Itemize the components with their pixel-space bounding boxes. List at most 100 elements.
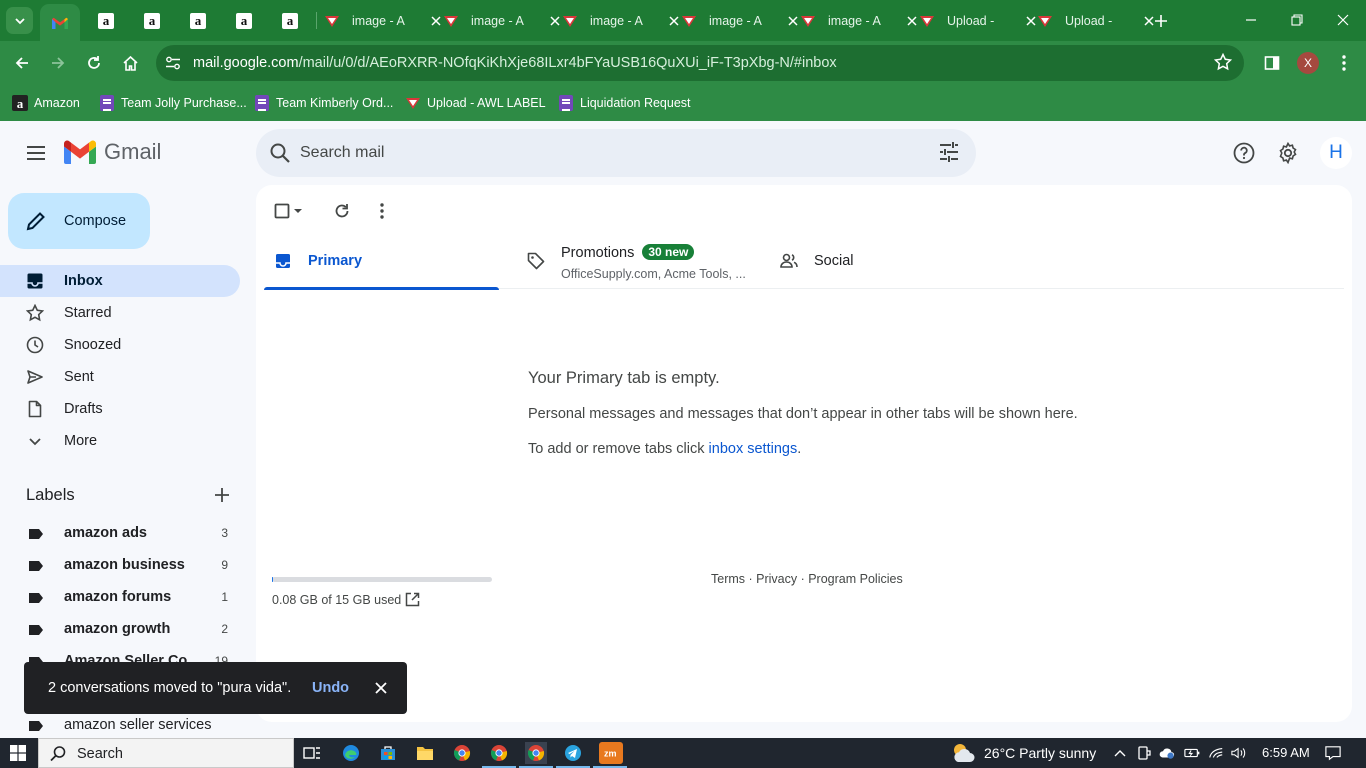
gmail-logo[interactable]: Gmail [64,139,161,165]
tab-search-button[interactable] [6,7,33,34]
new-tab-button[interactable] [1151,11,1171,31]
label-icon [28,527,44,543]
refresh-button[interactable] [330,199,354,223]
tab-social[interactable]: Social [770,233,1006,289]
browser-tab-image-3[interactable]: image - A [562,0,682,41]
notification-center-button[interactable] [1325,745,1341,761]
tray-onedrive[interactable] [1159,745,1175,761]
bookmark-liquidation[interactable]: Liquidation Request [558,93,691,113]
browser-tab-amazon-1[interactable]: a [98,0,114,41]
checkbox-icon [274,203,290,219]
nav-snoozed[interactable]: Snoozed [0,329,240,361]
search-bar[interactable] [256,129,976,177]
weather-text: 26°C Partly sunny [984,745,1097,761]
bookmark-label: Team Kimberly Ord... [276,96,394,110]
awl-icon [562,13,578,29]
undo-button[interactable]: Undo [312,680,349,696]
close-icon[interactable] [547,13,563,29]
bookmark-amazon[interactable]: a Amazon [12,93,80,113]
back-button[interactable] [10,51,34,75]
weather-widget[interactable]: 26°C Partly sunny [950,742,1096,764]
search-icon[interactable] [268,141,292,168]
snackbar-close-button[interactable] [372,679,390,697]
forward-button[interactable] [46,51,70,75]
nav-more[interactable]: More [0,425,240,457]
tray-battery[interactable] [1184,745,1200,761]
browser-tab-amazon-4[interactable]: a [236,0,252,41]
nav-starred[interactable]: Starred [0,297,240,329]
label-amazon-business[interactable]: amazon business 9 [0,549,240,581]
minimize-button[interactable] [1228,0,1274,40]
nav-inbox[interactable]: Inbox [0,265,240,297]
browser-tab-amazon-5[interactable]: a [282,0,298,41]
taskbar-edge[interactable] [340,742,362,764]
tray-meet-now[interactable] [1136,745,1152,761]
tray-wifi[interactable] [1208,745,1224,761]
create-label-button[interactable] [212,485,232,505]
more-actions-button[interactable] [370,199,394,223]
taskbar-clock[interactable]: 6:59 AM [1262,745,1310,760]
taskbar-zoho[interactable]: zm [593,742,627,768]
taskbar-chrome-1[interactable] [451,742,473,764]
nav-drafts[interactable]: Drafts [0,393,240,425]
taskbar-telegram[interactable] [556,742,590,768]
side-panel-button[interactable] [1260,51,1284,75]
browser-tab-image-5[interactable]: image - A [800,0,920,41]
account-avatar[interactable]: H [1320,137,1352,169]
label-name: amazon ads [64,525,147,541]
taskbar-chrome-2[interactable] [482,742,516,768]
browser-profile-avatar[interactable]: X [1297,52,1319,74]
browser-tab-amazon-3[interactable]: a [190,0,206,41]
compose-button[interactable]: Compose [8,193,150,249]
browser-menu-button[interactable] [1332,51,1356,75]
reload-button[interactable] [82,51,106,75]
browser-tab-image-4[interactable]: image - A [681,0,801,41]
home-button[interactable] [118,51,142,75]
show-hidden-icons-button[interactable] [1112,745,1128,761]
settings-button[interactable] [1276,141,1300,165]
close-icon[interactable] [428,13,444,29]
address-bar[interactable]: mail.google.com/mail/u/0/d/AEoRXRR-NOfqK… [156,45,1244,81]
tab-promotions[interactable]: Promotions 30 new OfficeSupply.com, Acme … [517,233,753,289]
restore-button[interactable] [1274,0,1320,40]
browser-tab-image-1[interactable]: image - A [324,0,444,41]
taskbar-search-box[interactable]: Search [38,738,294,768]
browser-tab-gmail[interactable] [40,4,80,41]
search-input[interactable] [300,141,900,165]
browser-tab-image-2[interactable]: image - A [443,0,563,41]
taskbar-file-explorer[interactable] [414,742,436,764]
main-menu-button[interactable] [24,141,48,165]
label-count: 3 [221,526,228,540]
close-icon[interactable] [785,13,801,29]
close-icon[interactable] [904,13,920,29]
close-icon[interactable] [666,13,682,29]
taskbar-store[interactable] [377,742,399,764]
search-options-icon[interactable] [938,141,960,166]
support-button[interactable] [1232,141,1256,165]
tab-primary[interactable]: Primary [264,233,499,290]
label-amazon-forums[interactable]: amazon forums 1 [0,581,240,613]
footer-links[interactable]: Terms · Privacy · Program Policies [711,572,903,586]
browser-tab-upload-1[interactable]: Upload - [919,0,1039,41]
bookmark-star-button[interactable] [1213,52,1233,74]
start-button[interactable] [10,745,26,764]
inbox-settings-link[interactable]: inbox settings [709,441,798,457]
taskbar-chrome-3[interactable] [519,742,553,768]
bookmark-team-jolly[interactable]: Team Jolly Purchase... [99,93,247,113]
select-dropdown[interactable] [290,199,306,223]
empty-state-title: Your Primary tab is empty. [528,369,720,387]
bookmark-team-kimberly[interactable]: Team Kimberly Ord... [254,93,393,113]
manage-storage-link[interactable] [403,590,421,608]
nav-sent[interactable]: Sent [0,361,240,393]
speaker-icon [1231,747,1246,759]
label-amazon-growth[interactable]: amazon growth 2 [0,613,240,645]
browser-tab-amazon-2[interactable]: a [144,0,160,41]
tray-volume[interactable] [1231,745,1247,761]
site-info-icon[interactable] [164,54,182,72]
bookmark-upload-awl[interactable]: Upload - AWL LABEL [405,93,546,113]
label-amazon-ads[interactable]: amazon ads 3 [0,517,240,549]
browser-tab-upload-2[interactable]: Upload - [1037,0,1157,41]
task-view-button[interactable] [301,742,323,764]
close-window-button[interactable] [1320,0,1366,40]
bookmark-label: Team Jolly Purchase... [121,96,247,110]
